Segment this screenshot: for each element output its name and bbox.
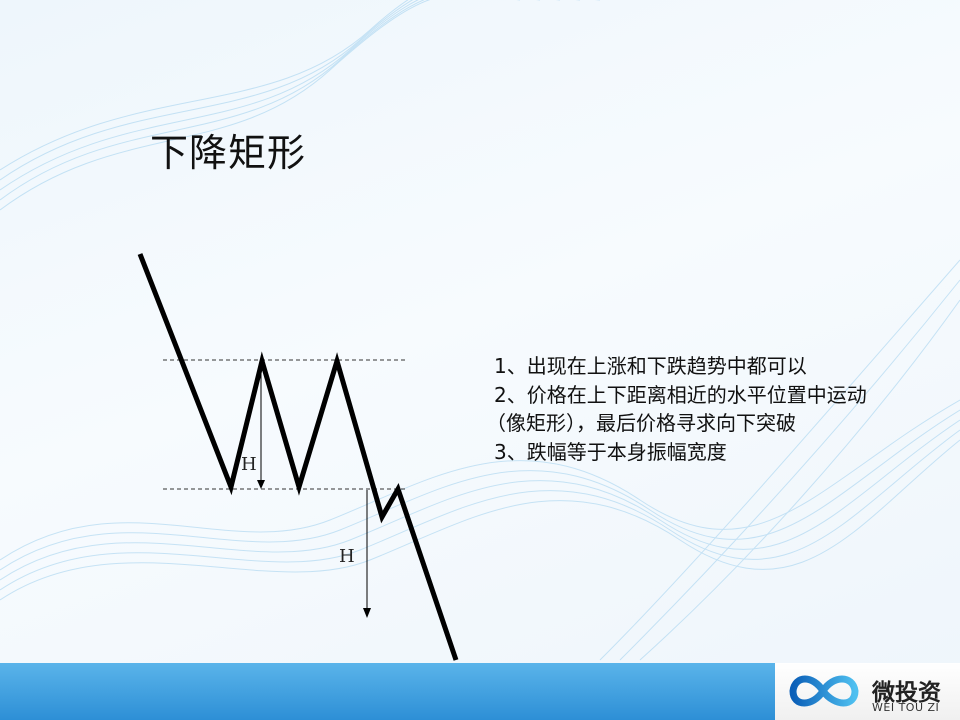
- infinity-logo-icon: [789, 675, 859, 707]
- height-label-1: H: [241, 454, 257, 475]
- brand-logo: 微投资 WEI TOU ZI: [775, 663, 960, 720]
- point-3: 3、跌幅等于本身振幅宽度: [494, 439, 727, 464]
- point-2: 2、价格在上下距离相近的水平位置中运动: [494, 382, 867, 407]
- brand-name-en: WEI TOU ZI: [872, 701, 940, 714]
- point-2-cont: （像矩形），最后价格寻求向下突破: [486, 411, 796, 435]
- price-line: [137, 253, 459, 661]
- point-1: 1、出现在上涨和下跌趋势中都可以: [494, 354, 807, 378]
- bullet-points: 1、出现在上涨和下跌趋势中都可以 2、价格在上下距离相近的水平位置中运动 （像矩…: [486, 352, 867, 466]
- height-arrow-2: [363, 490, 371, 618]
- height-label-2: H: [339, 546, 355, 567]
